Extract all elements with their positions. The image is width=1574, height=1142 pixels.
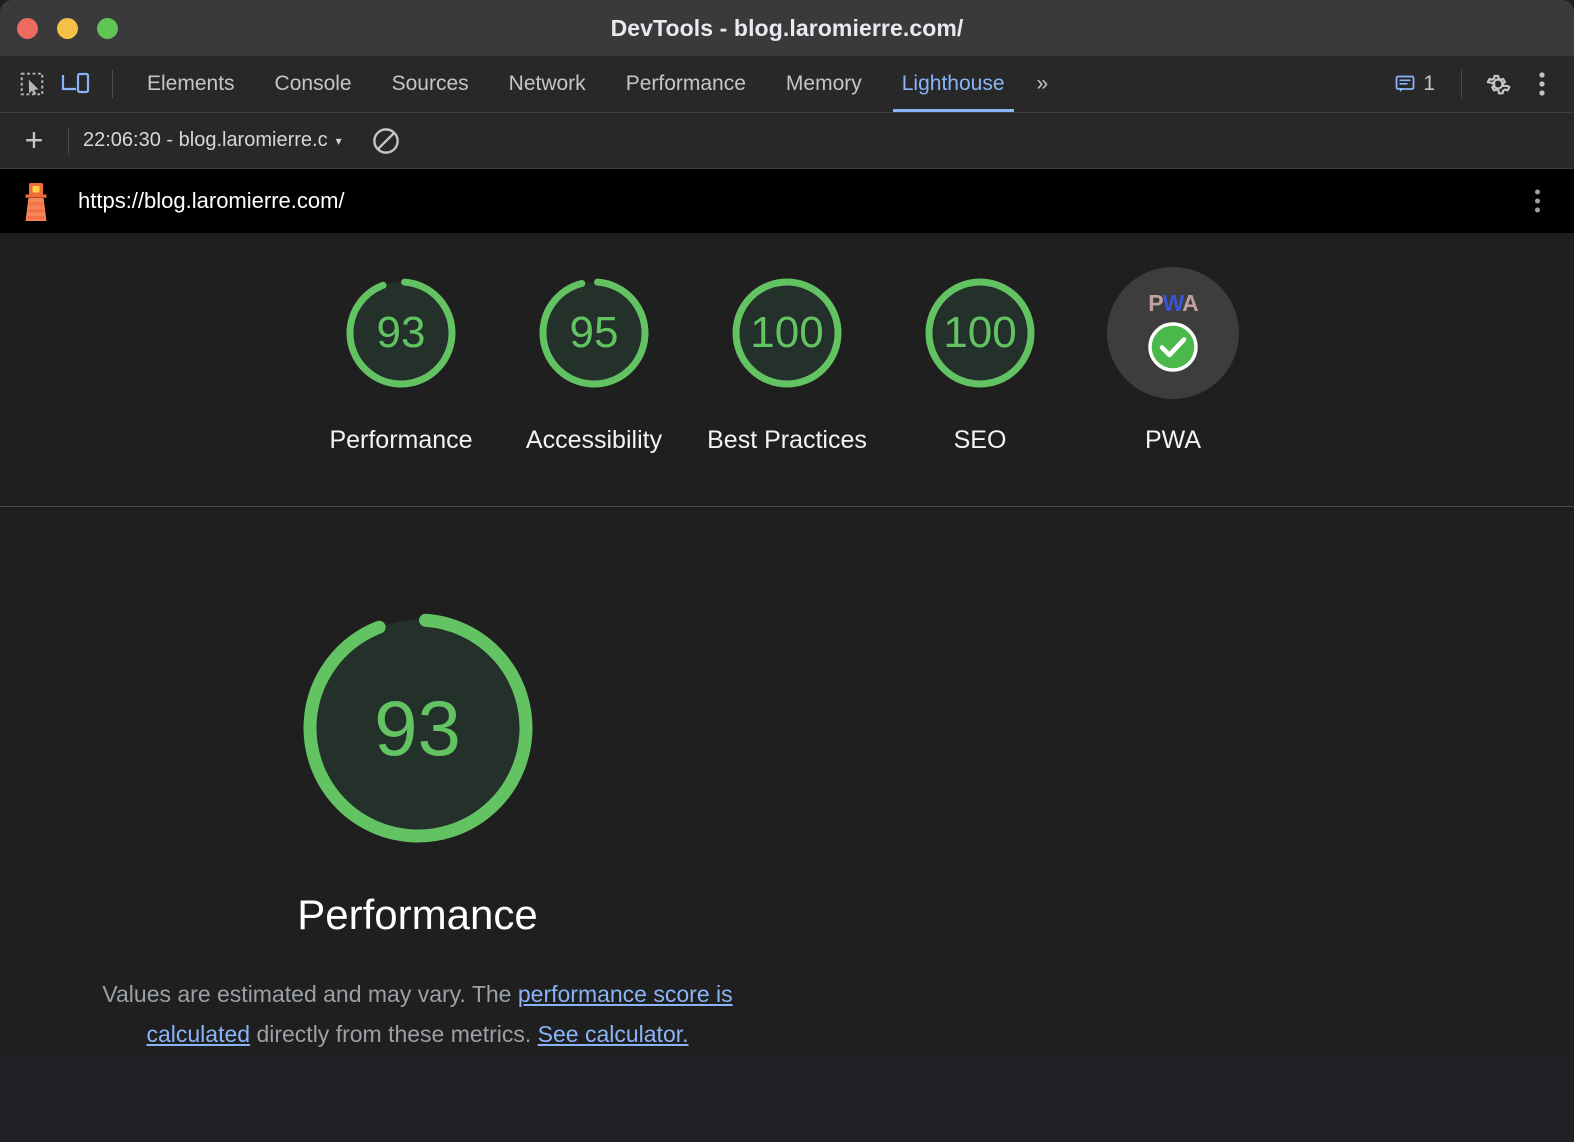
score-label-pwa: PWA (1144, 426, 1202, 454)
devtools-kebab-menu-icon[interactable] (1520, 64, 1564, 104)
inspect-element-icon[interactable] (10, 64, 54, 104)
window-titlebar: DevTools - blog.laromierre.com/ (0, 0, 1574, 56)
panel-tabs: Elements Console Sources Network Perform… (127, 56, 1060, 112)
tab-memory[interactable]: Memory (766, 56, 882, 112)
score-performance[interactable]: 93 Performance (305, 267, 498, 460)
tabbar-right-controls: 1 (1383, 56, 1564, 112)
devtools-tabbar: Elements Console Sources Network Perform… (0, 56, 1574, 113)
pwa-wordmark: PWA (1148, 289, 1198, 316)
chevron-down-icon: ▾ (335, 133, 342, 148)
devtools-window: DevTools - blog.laromierre.com/ Elements… (0, 0, 1574, 1142)
score-pwa[interactable]: PWA PWA (1077, 267, 1270, 460)
gauge-value-seo: 100 (943, 308, 1017, 357)
new-report-button[interactable]: + (14, 121, 54, 161)
performance-note: Values are estimated and may vary. The p… (88, 975, 748, 1054)
gauge-performance-large: 93 (293, 603, 543, 853)
gauge-value-accessibility: 95 (569, 308, 619, 357)
report-url: https://blog.laromierre.com/ (78, 188, 345, 213)
score-label-performance: Performance (329, 426, 473, 454)
score-gauges: 93 Performance 95 Accessibility 100 Best… (0, 233, 1574, 506)
gauge-value-performance: 93 (376, 308, 426, 357)
lighthouse-icon (25, 183, 47, 221)
toolbar-divider (112, 70, 113, 98)
more-tabs-icon[interactable]: » (1025, 72, 1061, 96)
performance-title: Performance (297, 891, 538, 938)
performance-summary: 93 Performance Values are estimated and … (0, 603, 835, 1054)
gauge-seo: 100 (914, 267, 1046, 399)
note-middle: directly from these metrics. (250, 1020, 538, 1047)
gauge-value-best-practices: 100 (750, 308, 824, 357)
pwa-badge: PWA (1107, 267, 1239, 399)
gear-icon[interactable] (1476, 64, 1520, 104)
tab-sources[interactable]: Sources (372, 56, 489, 112)
report-url-bar: https://blog.laromierre.com/ (0, 169, 1574, 233)
pwa-check-icon (1148, 321, 1198, 372)
score-best-practices[interactable]: 100 Best Practices (691, 267, 884, 460)
tab-lighthouse[interactable]: Lighthouse (882, 56, 1025, 112)
tab-network[interactable]: Network (489, 56, 606, 112)
score-label-seo: SEO (953, 426, 1007, 454)
toolbar-divider-right (1461, 70, 1462, 98)
issues-icon (1395, 75, 1415, 92)
clear-reports-button[interactable] (368, 123, 404, 159)
score-label-accessibility: Accessibility (525, 426, 663, 454)
tab-console[interactable]: Console (255, 56, 372, 112)
tab-performance[interactable]: Performance (606, 56, 766, 112)
lighthouse-report: 93 Performance 95 Accessibility 100 Best… (0, 233, 1574, 1055)
gauge-best-practices: 100 (721, 267, 853, 399)
device-toolbar-icon[interactable] (54, 64, 98, 104)
issues-button[interactable]: 1 (1383, 72, 1447, 96)
score-accessibility[interactable]: 95 Accessibility (498, 267, 691, 460)
report-kebab-menu-icon[interactable] (1535, 189, 1540, 213)
see-calculator-link[interactable]: See calculator. (538, 1021, 689, 1047)
tab-elements[interactable]: Elements (127, 56, 255, 112)
performance-section: 93 Performance Values are estimated and … (0, 507, 1574, 1054)
window-title: DevTools - blog.laromierre.com/ (610, 14, 964, 41)
note-prefix: Values are estimated and may vary. The (102, 981, 518, 1007)
gauge-performance: 93 (335, 267, 467, 399)
issues-count: 1 (1423, 72, 1435, 95)
score-label-best-practices: Best Practices (707, 426, 867, 454)
score-seo[interactable]: 100 SEO (884, 267, 1077, 460)
lh-toolbar-divider (68, 126, 69, 155)
gauge-value-performance-large: 93 (374, 683, 461, 772)
gauge-accessibility: 95 (528, 267, 660, 399)
lighthouse-toolbar: + 22:06:30 - blog.laromierre.c ▾ (0, 113, 1574, 169)
clear-icon (372, 127, 399, 154)
report-run-selector[interactable]: 22:06:30 - blog.laromierre.c ▾ (83, 129, 342, 152)
report-run-label: 22:06:30 - blog.laromierre.c (83, 129, 328, 151)
